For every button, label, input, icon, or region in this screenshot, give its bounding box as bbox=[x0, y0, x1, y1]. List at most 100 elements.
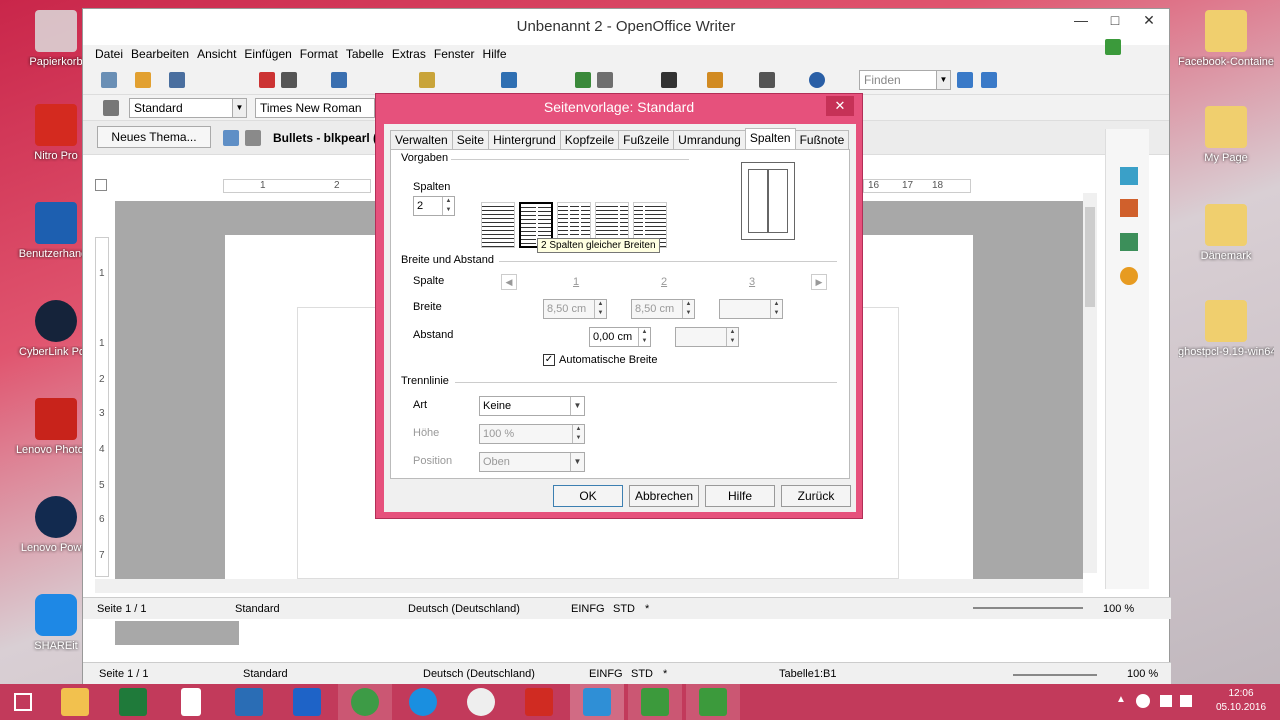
nonprinting-characters-icon[interactable] bbox=[759, 72, 775, 88]
taskbar-app-camtasia-recorder[interactable] bbox=[686, 684, 740, 720]
menu-format[interactable]: Format bbox=[296, 45, 342, 65]
desktop-icon-daenemark[interactable]: Dänemark bbox=[1178, 204, 1274, 262]
maximize-button[interactable]: □ bbox=[1099, 9, 1131, 31]
dialog-close-button[interactable]: ✕ bbox=[826, 96, 854, 116]
new-document-icon[interactable] bbox=[101, 72, 117, 88]
tray-chevron-up-icon[interactable]: ▲ bbox=[1116, 694, 1126, 705]
auto-width-checkbox[interactable]: ✓ bbox=[543, 354, 555, 366]
paste-icon[interactable] bbox=[419, 72, 435, 88]
tray-clock[interactable]: 12:06 05.10.2016 bbox=[1208, 687, 1274, 715]
outer-status-selection-mode[interactable]: STD bbox=[631, 663, 653, 685]
tray-flag-icon[interactable] bbox=[1160, 695, 1172, 707]
vertical-ruler[interactable]: 1 1 2 3 4 5 6 7 bbox=[95, 237, 109, 577]
styles-formatting-icon[interactable] bbox=[1120, 199, 1138, 217]
taskbar-app-chrome[interactable] bbox=[338, 684, 392, 720]
horizontal-scrollbar[interactable] bbox=[95, 579, 1083, 593]
line-type-select[interactable]: Keine ▼ bbox=[479, 396, 585, 416]
tray-volume-icon[interactable] bbox=[1180, 695, 1192, 707]
close-button[interactable]: ✕ bbox=[1133, 9, 1165, 31]
column-right-arrow-icon[interactable]: ▶ bbox=[811, 274, 827, 290]
tab-seite[interactable]: Seite bbox=[451, 130, 490, 150]
tab-kopfzeile[interactable]: Kopfzeile bbox=[559, 130, 620, 150]
column-2-width[interactable]: 8,50 cm ▲ ▼ bbox=[631, 299, 695, 319]
desktop-icon-facebook-container[interactable]: Facebook-Container bbox=[1178, 10, 1274, 68]
find-previous-icon[interactable] bbox=[981, 72, 997, 88]
desktop-icon-ghostpcl[interactable]: ghostpcl-9.19-win64 bbox=[1178, 300, 1274, 358]
horizontal-ruler-right[interactable]: 16 17 18 bbox=[863, 179, 971, 193]
column-3-width[interactable]: ▲ ▼ bbox=[719, 299, 783, 319]
spinner-arrows-icon[interactable]: ▲ ▼ bbox=[770, 300, 782, 318]
reset-button[interactable]: Zurück bbox=[781, 485, 851, 507]
outer-zoom-slider[interactable] bbox=[1013, 674, 1097, 676]
spinner-arrows-icon[interactable]: ▲ ▼ bbox=[726, 328, 738, 346]
status-zoom[interactable]: 100 % bbox=[1103, 598, 1134, 620]
start-button[interactable] bbox=[0, 684, 54, 720]
outer-status-insert-mode[interactable]: EINFG bbox=[589, 663, 623, 685]
table-icon[interactable] bbox=[597, 72, 613, 88]
open-icon[interactable] bbox=[135, 72, 151, 88]
taskbar-app-excel[interactable] bbox=[106, 684, 160, 720]
menu-tabelle[interactable]: Tabelle bbox=[342, 45, 388, 65]
spinner-arrows-icon[interactable]: ▲ ▼ bbox=[638, 328, 650, 346]
spellcheck-icon[interactable] bbox=[331, 72, 347, 88]
navigator-icon[interactable] bbox=[1120, 267, 1138, 285]
taskbar-app-monitor[interactable] bbox=[222, 684, 276, 720]
view-grid-icon[interactable] bbox=[223, 130, 239, 146]
cancel-button[interactable]: Abbrechen bbox=[629, 485, 699, 507]
chevron-down-icon[interactable]: ▼ bbox=[936, 71, 950, 89]
taskbar-app-nitro[interactable] bbox=[512, 684, 566, 720]
export-pdf-icon[interactable] bbox=[259, 72, 275, 88]
scrollbar-thumb[interactable] bbox=[1085, 207, 1095, 307]
taskbar-app-explorer[interactable] bbox=[48, 684, 102, 720]
undo-icon[interactable] bbox=[501, 72, 517, 88]
menu-bearbeiten[interactable]: Bearbeiten bbox=[127, 45, 193, 65]
tab-fussnote[interactable]: Fußnote bbox=[794, 130, 850, 150]
gallery-icon[interactable] bbox=[707, 72, 723, 88]
gallery-sidebar-icon[interactable] bbox=[1120, 233, 1138, 251]
spinner-arrows-icon[interactable]: ▲ ▼ bbox=[572, 425, 584, 443]
preset-one-column[interactable] bbox=[481, 202, 515, 248]
column-left-arrow-icon[interactable]: ◀ bbox=[501, 274, 517, 290]
tab-fusszeile[interactable]: Fußzeile bbox=[618, 130, 675, 150]
tab-hintergrund[interactable]: Hintergrund bbox=[488, 130, 561, 150]
horizontal-ruler-left[interactable]: 1 2 bbox=[223, 179, 371, 193]
desktop-icon-my-page[interactable]: My Page bbox=[1178, 106, 1274, 164]
minimize-button[interactable]: — bbox=[1065, 9, 1097, 31]
find-next-icon[interactable] bbox=[957, 72, 973, 88]
column-1-width[interactable]: 8,50 cm ▲ ▼ bbox=[543, 299, 607, 319]
find-replace-icon[interactable] bbox=[661, 72, 677, 88]
spinner-arrows-icon[interactable]: ▲ ▼ bbox=[442, 197, 454, 215]
tab-verwalten[interactable]: Verwalten bbox=[390, 130, 453, 150]
vertical-scrollbar[interactable] bbox=[1083, 193, 1097, 573]
view-list-icon[interactable] bbox=[245, 130, 261, 146]
chevron-down-icon[interactable]: ▼ bbox=[570, 453, 584, 471]
tab-spalten[interactable]: Spalten bbox=[744, 128, 796, 150]
save-icon[interactable] bbox=[169, 72, 185, 88]
ok-button[interactable]: OK bbox=[553, 485, 623, 507]
status-insert-mode[interactable]: EINFG bbox=[571, 598, 605, 620]
properties-icon[interactable] bbox=[1120, 167, 1138, 185]
font-name-select[interactable]: Times New Roman bbox=[255, 98, 375, 118]
taskbar-app-m[interactable] bbox=[280, 684, 334, 720]
help-button[interactable]: Hilfe bbox=[705, 485, 775, 507]
menu-ansicht[interactable]: Ansicht bbox=[193, 45, 240, 65]
styles-icon[interactable] bbox=[103, 100, 119, 116]
tab-umrandung[interactable]: Umrandung bbox=[673, 130, 746, 150]
taskbar-app-camtasia[interactable] bbox=[628, 684, 682, 720]
taskbar-app-document[interactable] bbox=[164, 684, 218, 720]
chevron-down-icon[interactable]: ▼ bbox=[570, 397, 584, 415]
spacing-2-3[interactable]: ▲ ▼ bbox=[675, 327, 739, 347]
status-selection-mode[interactable]: STD bbox=[613, 598, 635, 620]
print-icon[interactable] bbox=[281, 72, 297, 88]
spinner-arrows-icon[interactable]: ▲ ▼ bbox=[594, 300, 606, 318]
paragraph-style-select[interactable]: Standard ▼ bbox=[129, 98, 247, 118]
columns-count-spinner[interactable]: 2 ▲ ▼ bbox=[413, 196, 455, 216]
taskbar-app-ie[interactable] bbox=[396, 684, 450, 720]
help-icon[interactable] bbox=[809, 72, 825, 88]
taskbar-app-openoffice[interactable] bbox=[570, 684, 624, 720]
spinner-arrows-icon[interactable]: ▲ ▼ bbox=[682, 300, 694, 318]
outer-status-zoom[interactable]: 100 % bbox=[1127, 663, 1158, 685]
menu-extras[interactable]: Extras bbox=[388, 45, 430, 65]
line-height-spinner[interactable]: 100 % ▲ ▼ bbox=[479, 424, 585, 444]
menu-fenster[interactable]: Fenster bbox=[430, 45, 479, 65]
